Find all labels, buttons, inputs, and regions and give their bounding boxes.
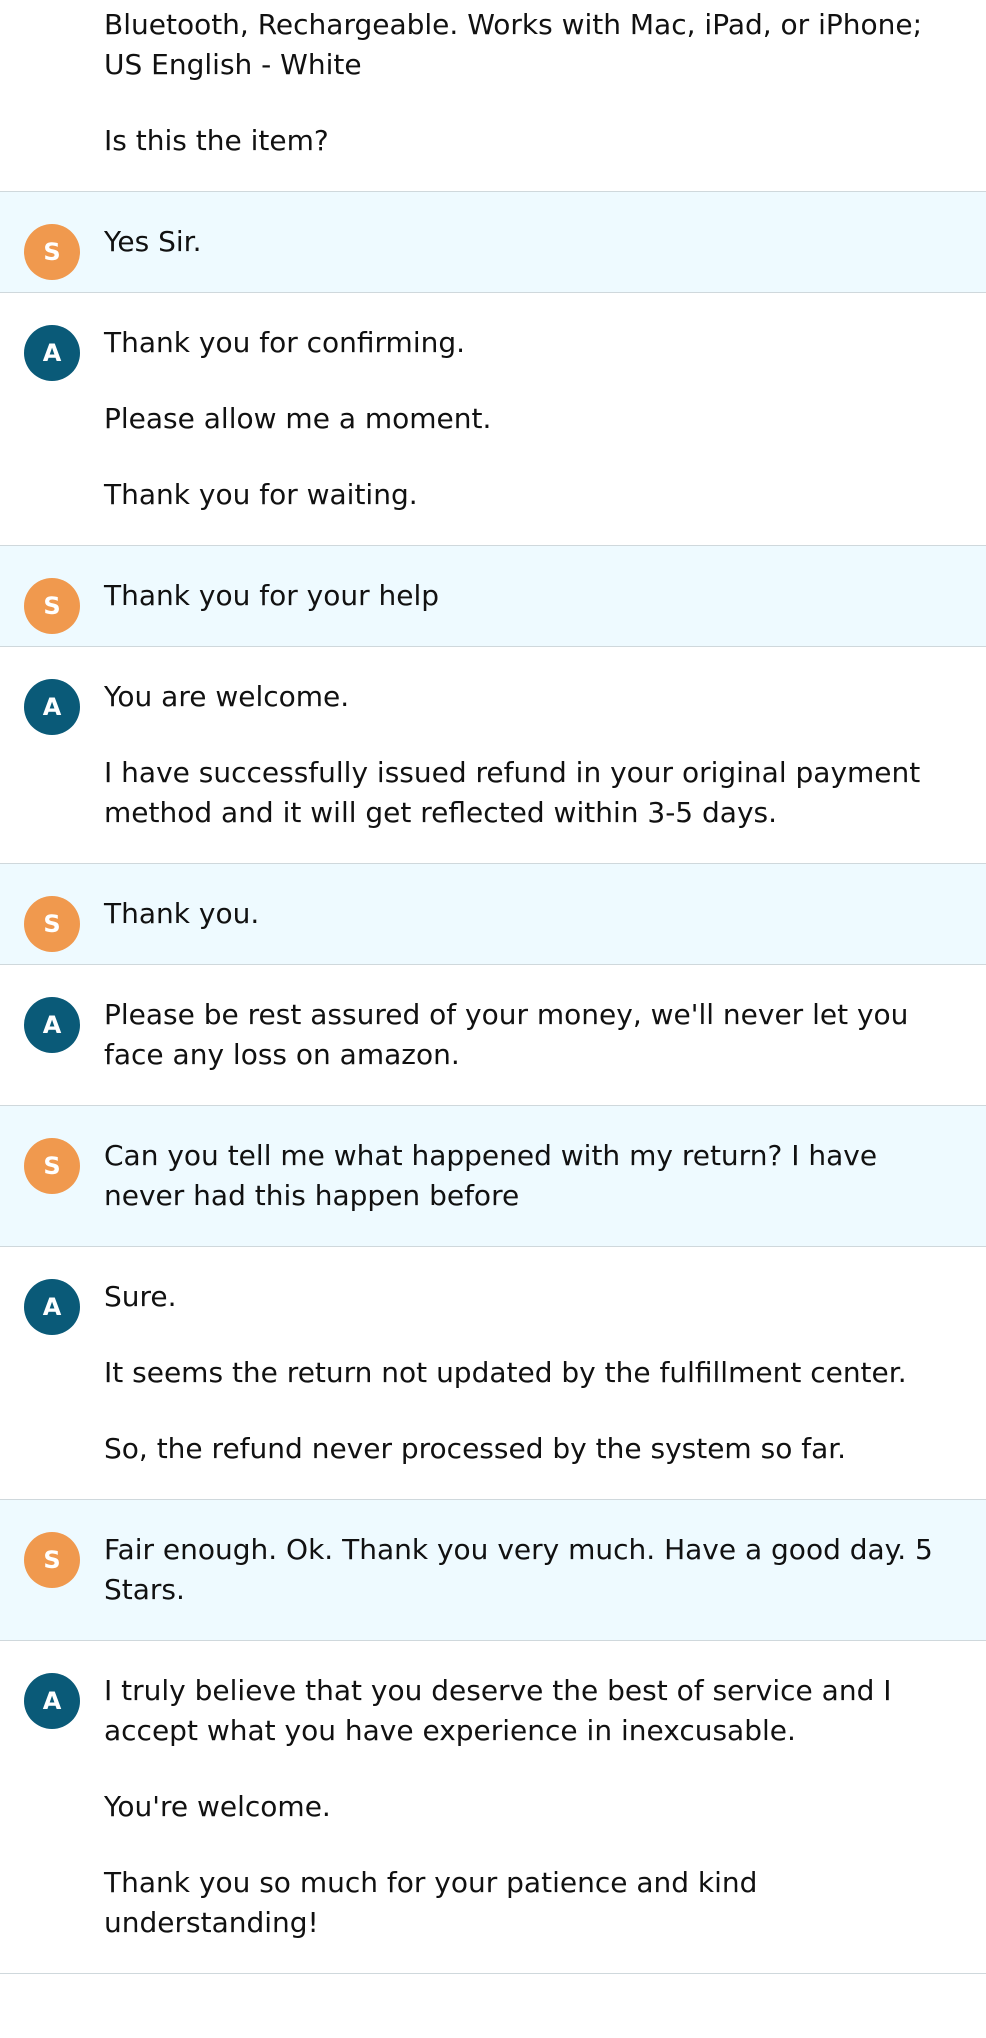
customer-avatar: S bbox=[24, 224, 80, 280]
agent-avatar: A bbox=[24, 1673, 80, 1729]
message-body: I truly believe that you deserve the bes… bbox=[104, 1671, 956, 1943]
message-text: Fair enough. Ok. Thank you very much. Ha… bbox=[104, 1533, 933, 1606]
customer-message: S Thank you. bbox=[0, 864, 986, 965]
agent-avatar: A bbox=[24, 1279, 80, 1335]
agent-avatar: A bbox=[24, 325, 80, 381]
message-text: Thank you for confirming. bbox=[104, 326, 466, 359]
message-body: Sure. It seems the return not updated by … bbox=[104, 1277, 956, 1469]
message-text: Sure. bbox=[104, 1280, 177, 1313]
message-text: Can you tell me what happened with my re… bbox=[104, 1139, 878, 1212]
message-body: Can you tell me what happened with my re… bbox=[104, 1136, 956, 1216]
message-text: Yes Sir. bbox=[104, 225, 202, 258]
message-body: Please be rest assured of your money, we… bbox=[104, 995, 956, 1075]
message-body: You are welcome. I have successfully issu… bbox=[104, 677, 956, 833]
message-text: You're welcome. bbox=[104, 1790, 331, 1823]
customer-avatar: S bbox=[24, 1138, 80, 1194]
message-body: Bluetooth, Rechargeable. Works with Mac,… bbox=[104, 5, 956, 161]
message-text: Thank you. bbox=[104, 897, 260, 930]
agent-message: A You are welcome. I have successfully iss… bbox=[0, 647, 986, 864]
message-text: I truly believe that you deserve the bes… bbox=[104, 1674, 892, 1747]
message-text: Thank you so much for your patience and … bbox=[104, 1866, 758, 1939]
customer-avatar: S bbox=[24, 578, 80, 634]
agent-message: A I truly believe that you deserve the be… bbox=[0, 1641, 986, 1974]
customer-avatar: S bbox=[24, 896, 80, 952]
agent-message: Bluetooth, Rechargeable. Works with Mac,… bbox=[0, 0, 986, 192]
agent-message: A Please be rest assured of your money, w… bbox=[0, 965, 986, 1106]
message-body: Thank you. bbox=[104, 894, 956, 934]
message-text: I have successfully issued refund in you… bbox=[104, 756, 921, 829]
message-text: Please be rest assured of your money, we… bbox=[104, 998, 909, 1071]
message-text: Thank you for your help bbox=[104, 579, 440, 612]
message-text: Please allow me a moment. bbox=[104, 402, 492, 435]
message-text: You are welcome. bbox=[104, 680, 350, 713]
message-text: It seems the return not updated by the f… bbox=[104, 1356, 907, 1389]
customer-avatar: S bbox=[24, 1532, 80, 1588]
customer-message: S Fair enough. Ok. Thank you very much. H… bbox=[0, 1500, 986, 1641]
message-body: Thank you for confirming. Please allow me… bbox=[104, 323, 956, 515]
agent-message: A Sure. It seems the return not updated by… bbox=[0, 1247, 986, 1500]
customer-message: S Thank you for your help bbox=[0, 546, 986, 647]
agent-avatar: A bbox=[24, 997, 80, 1053]
message-text: So, the refund never processed by the sy… bbox=[104, 1432, 847, 1465]
message-body: Thank you for your help bbox=[104, 576, 956, 616]
message-text: Bluetooth, Rechargeable. Works with Mac,… bbox=[104, 8, 923, 81]
message-body: Yes Sir. bbox=[104, 222, 956, 262]
chat-transcript: Bluetooth, Rechargeable. Works with Mac,… bbox=[0, 0, 986, 1974]
customer-message: S Can you tell me what happened with my r… bbox=[0, 1106, 986, 1247]
customer-message: S Yes Sir. bbox=[0, 192, 986, 293]
message-text: Is this the item? bbox=[104, 124, 329, 157]
message-body: Fair enough. Ok. Thank you very much. Ha… bbox=[104, 1530, 956, 1610]
agent-avatar: A bbox=[24, 679, 80, 735]
agent-message: A Thank you for confirming. Please allow m… bbox=[0, 293, 986, 546]
message-text: Thank you for waiting. bbox=[104, 478, 418, 511]
